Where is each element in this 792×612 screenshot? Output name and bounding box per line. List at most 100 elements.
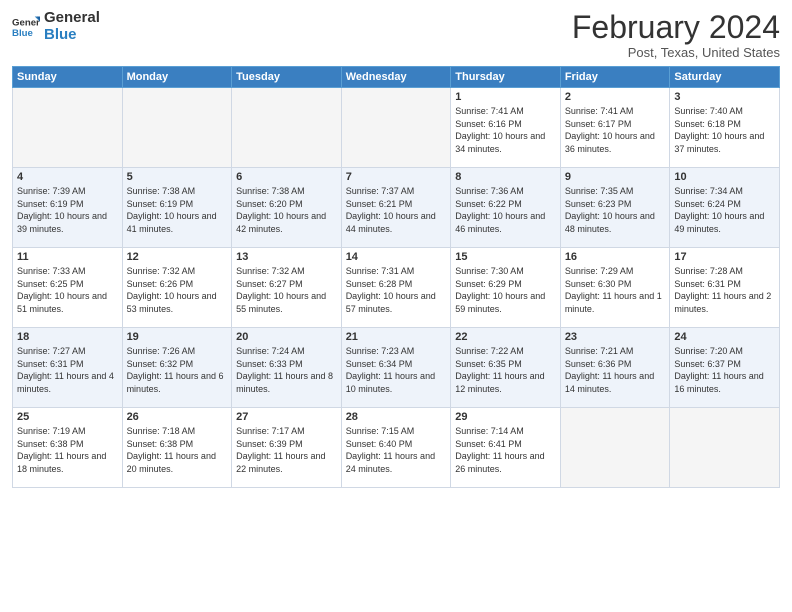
page: General Blue General Blue February 2024 … xyxy=(0,0,792,612)
day-cell: 22Sunrise: 7:22 AMSunset: 6:35 PMDayligh… xyxy=(451,328,561,408)
svg-text:General: General xyxy=(12,17,40,28)
day-cell: 2 Sunrise: 7:41 AMSunset: 6:17 PMDaylight… xyxy=(560,88,670,168)
day-cell xyxy=(560,408,670,488)
day-cell: 29 Sunrise: 7:14 AMSunset: 6:41 PMDayligh… xyxy=(451,408,561,488)
weekday-header-sunday: Sunday xyxy=(13,67,123,88)
day-info: Sunrise: 7:32 AMSunset: 6:26 PMDaylight:… xyxy=(127,265,228,315)
logo-general: General xyxy=(44,10,100,27)
day-cell: 20 Sunrise: 7:24 AMSunset: 6:33 PMDayligh… xyxy=(232,328,342,408)
day-number: 20 xyxy=(236,331,337,343)
day-info: Sunrise: 7:39 AMSunset: 6:19 PMDaylight:… xyxy=(17,185,118,235)
day-number: 7 xyxy=(346,171,447,183)
day-info: Sunrise: 7:40 AMSunset: 6:18 PMDaylight:… xyxy=(674,105,775,155)
day-info: Sunrise: 7:15 AMSunset: 6:40 PMDaylight:… xyxy=(346,425,447,475)
week-row-1: 1 Sunrise: 7:41 AMSunset: 6:16 PMDaylight… xyxy=(13,88,780,168)
day-cell: 3 Sunrise: 7:40 AMSunset: 6:18 PMDaylight… xyxy=(670,88,780,168)
day-info: Sunrise: 7:22 AMSunset: 6:35 PMDaylight:… xyxy=(455,345,556,395)
day-cell: 7 Sunrise: 7:37 AMSunset: 6:21 PMDaylight… xyxy=(341,168,451,248)
day-cell: 6 Sunrise: 7:38 AMSunset: 6:20 PMDaylight… xyxy=(232,168,342,248)
day-number: 13 xyxy=(236,251,337,263)
day-number: 27 xyxy=(236,411,337,423)
day-cell: 21 Sunrise: 7:23 AMSunset: 6:34 PMDayligh… xyxy=(341,328,451,408)
day-cell: 11 Sunrise: 7:33 AMSunset: 6:25 PMDayligh… xyxy=(13,248,123,328)
day-cell: 19Sunrise: 7:26 AMSunset: 6:32 PMDayligh… xyxy=(122,328,232,408)
day-info: Sunrise: 7:27 AMSunset: 6:31 PMDaylight:… xyxy=(17,345,118,395)
weekday-header-tuesday: Tuesday xyxy=(232,67,342,88)
day-info: Sunrise: 7:31 AMSunset: 6:28 PMDaylight:… xyxy=(346,265,447,315)
day-info: Sunrise: 7:20 AMSunset: 6:37 PMDaylight:… xyxy=(674,345,775,395)
logo-blue: Blue xyxy=(44,27,100,44)
title-block: February 2024 Post, Texas, United States xyxy=(572,10,780,60)
day-info: Sunrise: 7:37 AMSunset: 6:21 PMDaylight:… xyxy=(346,185,447,235)
weekday-header-wednesday: Wednesday xyxy=(341,67,451,88)
day-info: Sunrise: 7:41 AMSunset: 6:17 PMDaylight:… xyxy=(565,105,666,155)
day-info: Sunrise: 7:14 AMSunset: 6:41 PMDaylight:… xyxy=(455,425,556,475)
day-number: 2 xyxy=(565,91,666,103)
logo-icon: General Blue xyxy=(12,13,40,41)
day-info: Sunrise: 7:24 AMSunset: 6:33 PMDaylight:… xyxy=(236,345,337,395)
day-cell: 12 Sunrise: 7:32 AMSunset: 6:26 PMDayligh… xyxy=(122,248,232,328)
day-info: Sunrise: 7:34 AMSunset: 6:24 PMDaylight:… xyxy=(674,185,775,235)
weekday-header-monday: Monday xyxy=(122,67,232,88)
day-number: 8 xyxy=(455,171,556,183)
day-number: 16 xyxy=(565,251,666,263)
day-cell: 26 Sunrise: 7:18 AMSunset: 6:38 PMDayligh… xyxy=(122,408,232,488)
day-number: 4 xyxy=(17,171,118,183)
day-info: Sunrise: 7:18 AMSunset: 6:38 PMDaylight:… xyxy=(127,425,228,475)
day-number: 24 xyxy=(674,331,775,343)
day-cell: 27 Sunrise: 7:17 AMSunset: 6:39 PMDayligh… xyxy=(232,408,342,488)
day-info: Sunrise: 7:21 AMSunset: 6:36 PMDaylight:… xyxy=(565,345,666,395)
day-cell: 15Sunrise: 7:30 AMSunset: 6:29 PMDayligh… xyxy=(451,248,561,328)
day-cell xyxy=(341,88,451,168)
day-cell: 17Sunrise: 7:28 AMSunset: 6:31 PMDayligh… xyxy=(670,248,780,328)
day-info: Sunrise: 7:36 AMSunset: 6:22 PMDaylight:… xyxy=(455,185,556,235)
day-number: 23 xyxy=(565,331,666,343)
weekday-header-thursday: Thursday xyxy=(451,67,561,88)
day-cell: 9 Sunrise: 7:35 AMSunset: 6:23 PMDaylight… xyxy=(560,168,670,248)
day-info: Sunrise: 7:33 AMSunset: 6:25 PMDaylight:… xyxy=(17,265,118,315)
day-cell: 1 Sunrise: 7:41 AMSunset: 6:16 PMDaylight… xyxy=(451,88,561,168)
day-number: 5 xyxy=(127,171,228,183)
day-info: Sunrise: 7:41 AMSunset: 6:16 PMDaylight:… xyxy=(455,105,556,155)
day-number: 3 xyxy=(674,91,775,103)
day-cell xyxy=(13,88,123,168)
day-number: 9 xyxy=(565,171,666,183)
day-number: 21 xyxy=(346,331,447,343)
location: Post, Texas, United States xyxy=(572,45,780,60)
day-info: Sunrise: 7:17 AMSunset: 6:39 PMDaylight:… xyxy=(236,425,337,475)
month-title: February 2024 xyxy=(572,10,780,45)
day-info: Sunrise: 7:35 AMSunset: 6:23 PMDaylight:… xyxy=(565,185,666,235)
day-info: Sunrise: 7:38 AMSunset: 6:20 PMDaylight:… xyxy=(236,185,337,235)
day-number: 25 xyxy=(17,411,118,423)
day-number: 29 xyxy=(455,411,556,423)
day-cell xyxy=(122,88,232,168)
day-info: Sunrise: 7:23 AMSunset: 6:34 PMDaylight:… xyxy=(346,345,447,395)
svg-text:Blue: Blue xyxy=(12,27,33,38)
day-cell: 10Sunrise: 7:34 AMSunset: 6:24 PMDayligh… xyxy=(670,168,780,248)
day-number: 6 xyxy=(236,171,337,183)
week-row-3: 11 Sunrise: 7:33 AMSunset: 6:25 PMDayligh… xyxy=(13,248,780,328)
day-info: Sunrise: 7:32 AMSunset: 6:27 PMDaylight:… xyxy=(236,265,337,315)
day-cell: 23 Sunrise: 7:21 AMSunset: 6:36 PMDayligh… xyxy=(560,328,670,408)
day-number: 1 xyxy=(455,91,556,103)
day-info: Sunrise: 7:29 AMSunset: 6:30 PMDaylight:… xyxy=(565,265,666,315)
day-info: Sunrise: 7:26 AMSunset: 6:32 PMDaylight:… xyxy=(127,345,228,395)
day-number: 18 xyxy=(17,331,118,343)
day-info: Sunrise: 7:38 AMSunset: 6:19 PMDaylight:… xyxy=(127,185,228,235)
week-row-4: 18 Sunrise: 7:27 AMSunset: 6:31 PMDayligh… xyxy=(13,328,780,408)
day-number: 26 xyxy=(127,411,228,423)
day-cell xyxy=(232,88,342,168)
day-cell: 16 Sunrise: 7:29 AMSunset: 6:30 PMDayligh… xyxy=(560,248,670,328)
day-cell: 14 Sunrise: 7:31 AMSunset: 6:28 PMDayligh… xyxy=(341,248,451,328)
day-cell: 13 Sunrise: 7:32 AMSunset: 6:27 PMDayligh… xyxy=(232,248,342,328)
day-number: 11 xyxy=(17,251,118,263)
day-number: 14 xyxy=(346,251,447,263)
day-cell: 4 Sunrise: 7:39 AMSunset: 6:19 PMDaylight… xyxy=(13,168,123,248)
day-info: Sunrise: 7:28 AMSunset: 6:31 PMDaylight:… xyxy=(674,265,775,315)
day-number: 12 xyxy=(127,251,228,263)
day-cell xyxy=(670,408,780,488)
day-info: Sunrise: 7:30 AMSunset: 6:29 PMDaylight:… xyxy=(455,265,556,315)
weekday-header-saturday: Saturday xyxy=(670,67,780,88)
day-cell: 25Sunrise: 7:19 AMSunset: 6:38 PMDayligh… xyxy=(13,408,123,488)
day-cell: 28Sunrise: 7:15 AMSunset: 6:40 PMDayligh… xyxy=(341,408,451,488)
